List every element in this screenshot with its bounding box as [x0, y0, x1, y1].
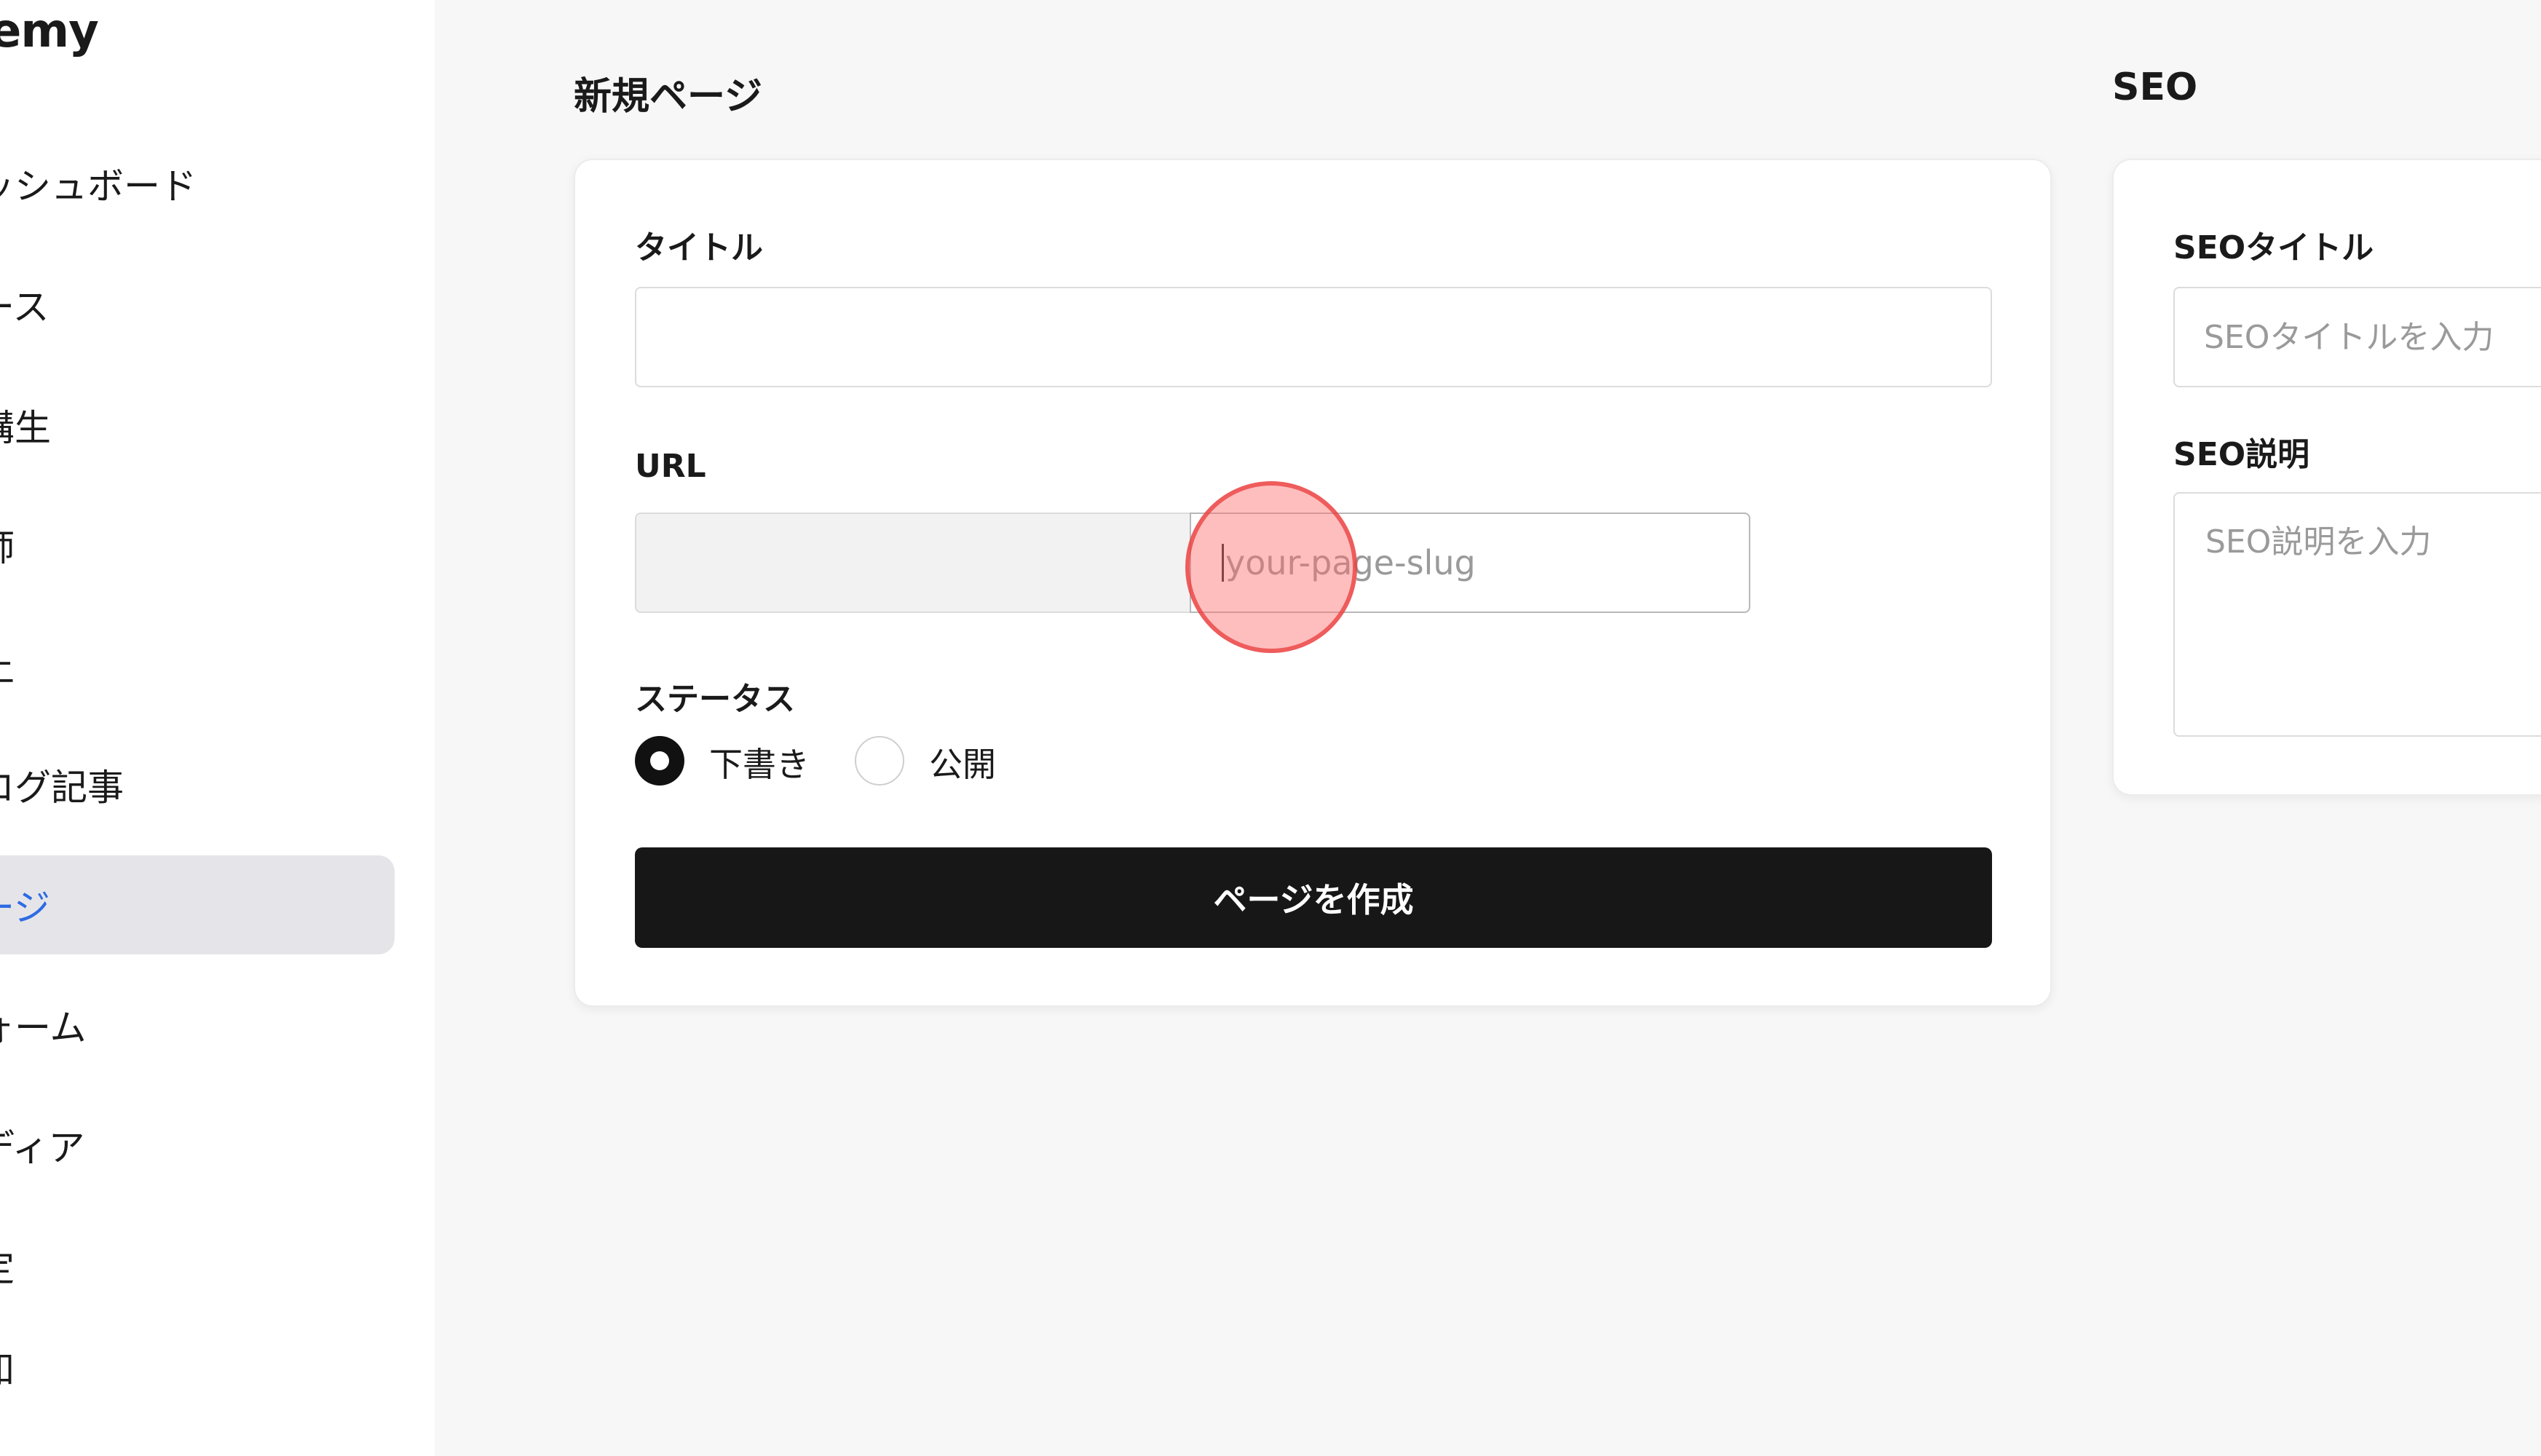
sidebar-item-label: ディア [0, 1127, 85, 1169]
status-draft-radio[interactable] [635, 736, 684, 786]
sidebar-item-media[interactable]: ディア [0, 1096, 395, 1195]
title-label: タイトル [635, 229, 763, 266]
sidebar-item-blog-posts[interactable]: ログ記事 [0, 735, 395, 834]
new-page-heading: 新規ページ [574, 75, 762, 119]
text-caret [1222, 544, 1224, 582]
sidebar-item-label: 講生 [0, 407, 51, 449]
sidebar-item-sales[interactable]: 上 [0, 616, 395, 715]
status-label: ステータス [635, 681, 795, 718]
sidebar-item-label: 知 [0, 1341, 15, 1393]
seo-title-input[interactable] [2173, 287, 2541, 387]
title-input[interactable] [635, 287, 1992, 387]
new-page-card: タイトル URL your-page-slug ステータス 下書き 公開 ページ… [574, 159, 2052, 1007]
sidebar-item-label: ッシュボード [0, 165, 197, 207]
status-public-label: 公開 [929, 745, 996, 784]
sidebar-item-dashboard[interactable]: ッシュボード [0, 134, 395, 233]
sidebar-item-forms[interactable]: ォーム [0, 976, 395, 1075]
sidebar-item-instructors[interactable]: 師 [0, 496, 395, 595]
url-prefix [635, 513, 1190, 613]
sidebar-item-courses[interactable]: ース [0, 255, 395, 354]
seo-description-textarea[interactable]: SEO説明を入力 [2173, 492, 2541, 737]
sidebar-item-label: ログ記事 [0, 767, 124, 809]
create-page-button[interactable]: ページを作成 [635, 847, 1992, 948]
sidebar-item-notifications[interactable]: 知 [0, 1318, 395, 1417]
brand-logo: emy [0, 4, 99, 58]
sidebar-item-label: 定 [0, 1239, 15, 1291]
sidebar-item-label: ージ [0, 887, 50, 929]
slug-placeholder: your-page-slug [1225, 543, 1476, 582]
sidebar-item-settings[interactable]: 定 [0, 1216, 395, 1315]
sidebar-item-label: 師 [0, 519, 15, 571]
status-draft-label: 下書き [709, 745, 810, 784]
seo-heading: SEO [2112, 66, 2198, 109]
seo-card: SEOタイトル SEO説明 SEO説明を入力 [2112, 159, 2541, 796]
seo-description-label: SEO説明 [2173, 436, 2310, 473]
slug-input[interactable]: your-page-slug [1190, 513, 1750, 613]
sidebar-item-pages[interactable]: ージ [0, 855, 395, 954]
sidebar-item-students[interactable]: 講生 [0, 376, 395, 475]
sidebar-item-label: 上 [0, 639, 15, 692]
sidebar-item-label: ース [0, 286, 50, 328]
url-label: URL [635, 448, 706, 485]
sidebar-item-label: ォーム [0, 1007, 87, 1049]
main-content: 新規ページ タイトル URL your-page-slug ステータス 下書き … [435, 0, 2541, 1456]
status-public-radio[interactable] [855, 736, 904, 786]
seo-title-label: SEOタイトル [2173, 229, 2374, 266]
sidebar: emy ッシュボード ース 講生 師 上 ログ記事 ージ ォーム ディア 定 知 [0, 0, 435, 1456]
